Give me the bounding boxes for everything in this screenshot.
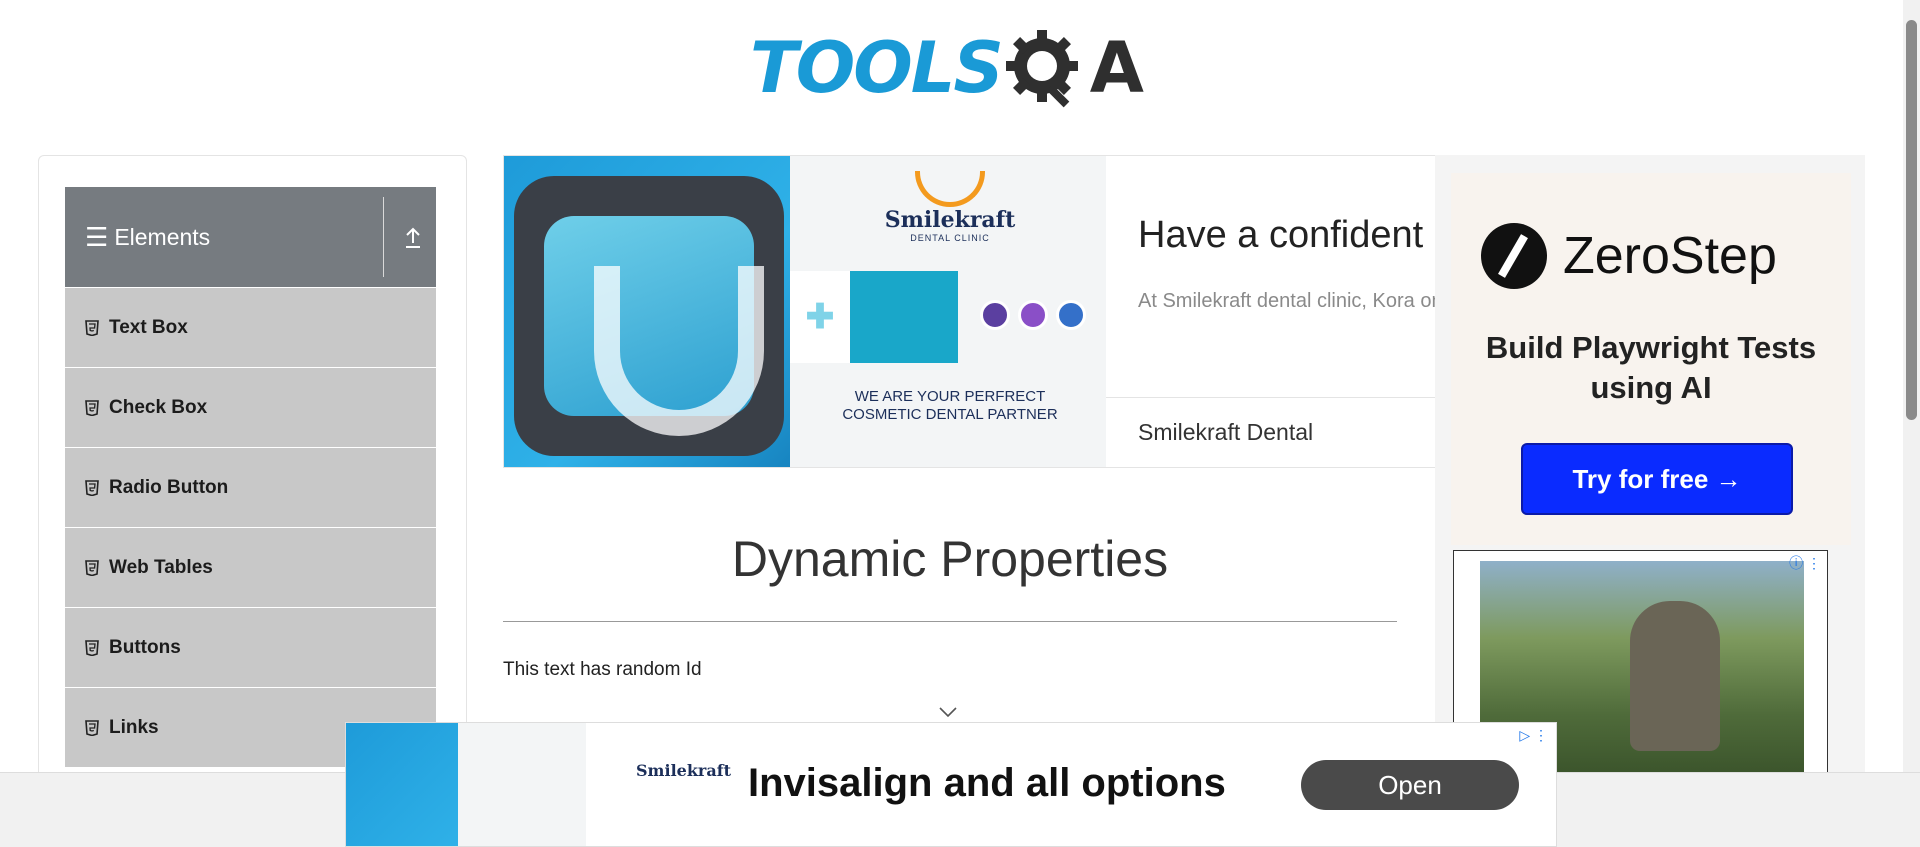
zerostep-logo: ZeroStep bbox=[1481, 223, 1777, 289]
smilekraft-promo-image: Smilekraft DENTAL CLINIC ✚ WE ARE YOUR P… bbox=[790, 156, 1106, 467]
html5-icon bbox=[85, 559, 99, 576]
html5-icon bbox=[85, 719, 99, 736]
menu-icon: ☰ bbox=[85, 222, 109, 252]
zerostep-brand: ZeroStep bbox=[1563, 227, 1777, 285]
title-divider bbox=[503, 621, 1397, 622]
scrollbar-thumb[interactable] bbox=[1906, 20, 1917, 420]
sidebar-item-label: Radio Button bbox=[109, 476, 229, 498]
smilekraft-small-logo: Smilekraft bbox=[636, 761, 731, 780]
html5-icon bbox=[85, 639, 99, 656]
gear-magnifier-icon bbox=[1005, 30, 1078, 108]
sidebar-item-check-box[interactable]: Check Box bbox=[65, 368, 436, 448]
tooth-icon bbox=[850, 271, 958, 363]
tray-shape bbox=[514, 176, 784, 456]
random-id-text: This text has random Id bbox=[503, 659, 702, 680]
aligner-shape bbox=[594, 266, 764, 436]
right-ad[interactable]: ZeroStep Build Playwright Tests using AI… bbox=[1435, 155, 1865, 775]
zerostep-tagline: Build Playwright Tests using AI bbox=[1485, 330, 1817, 405]
ad-brand-footer: Smilekraft Dental bbox=[1138, 419, 1314, 445]
smilekraft-logo-sub: DENTAL CLINIC bbox=[910, 233, 990, 243]
aligner-thumbnail bbox=[346, 723, 458, 846]
service-circle-icon bbox=[1018, 300, 1048, 330]
vertical-scrollbar[interactable] bbox=[1903, 0, 1920, 772]
aligner-tray-image bbox=[504, 156, 790, 467]
ad-choices-icon[interactable]: ▷ ⋮ bbox=[1519, 727, 1548, 744]
zerostep-mark-icon bbox=[1481, 223, 1547, 289]
html5-icon bbox=[85, 319, 99, 336]
sidebar-item-web-tables[interactable]: Web Tables bbox=[65, 528, 436, 608]
open-button[interactable]: Open bbox=[1301, 760, 1519, 810]
ad-copy: Have a confident At Smilekraft dental cl… bbox=[1106, 156, 1488, 467]
buddha-statue bbox=[1630, 601, 1720, 751]
html5-icon bbox=[85, 479, 99, 496]
ad-info-icon[interactable]: ⓘ ⋮ bbox=[1789, 553, 1821, 573]
zerostep-ad-card[interactable]: ZeroStep Build Playwright Tests using AI… bbox=[1451, 173, 1851, 545]
elements-group-header[interactable]: ☰ Elements bbox=[65, 187, 436, 287]
logo-qa-text: A bbox=[1089, 27, 1144, 109]
sidebar-item-text-box[interactable]: Text Box bbox=[65, 288, 436, 368]
smile-icon bbox=[915, 171, 985, 207]
bottom-ad-headline: Invisalign and all options bbox=[748, 761, 1226, 805]
header-separator bbox=[383, 197, 384, 277]
smilekraft-logo-name: Smilekraft bbox=[884, 207, 1016, 233]
collapse-upload-icon[interactable] bbox=[403, 223, 423, 251]
page-title: Dynamic Properties bbox=[731, 531, 1169, 587]
sidebar-item-buttons[interactable]: Buttons bbox=[65, 608, 436, 688]
html5-icon bbox=[85, 399, 99, 416]
service-circle-icon bbox=[1056, 300, 1086, 330]
smilekraft-logo: Smilekraft DENTAL CLINIC bbox=[880, 171, 1020, 243]
sidebar-menu-list: Text Box Check Box Radio Button Web Tabl… bbox=[65, 288, 436, 768]
sidebar-item-radio-button[interactable]: Radio Button bbox=[65, 448, 436, 528]
sidebar-item-label: Check Box bbox=[109, 396, 208, 418]
elements-group-title: Elements bbox=[114, 223, 211, 250]
service-circle-icon bbox=[980, 300, 1010, 330]
smilekraft-ad-banner[interactable]: Smilekraft DENTAL CLINIC ✚ WE ARE YOUR P… bbox=[503, 155, 1488, 468]
page: TOOLS A ☰ Elements Text Box Check Box Ra… bbox=[0, 0, 1920, 847]
toolsqa-logo[interactable]: TOOLS A bbox=[750, 18, 1160, 118]
sidebar-item-label: Buttons bbox=[109, 636, 181, 658]
logo-tools-text: TOOLS bbox=[750, 27, 1004, 109]
ad-divider bbox=[1106, 397, 1487, 398]
plus-icon: ✚ bbox=[790, 271, 850, 363]
try-for-free-button[interactable]: Try for free → bbox=[1521, 443, 1793, 515]
promo-thumbnail bbox=[458, 723, 586, 846]
chevron-down-icon[interactable] bbox=[938, 706, 958, 718]
ad-description: At Smilekraft dental clinic, Kora on qua… bbox=[1138, 290, 1488, 312]
bottom-ad-banner[interactable]: Smilekraft Invisalign and all options Op… bbox=[345, 722, 1557, 847]
sidebar-item-label: Links bbox=[109, 716, 159, 738]
tray-inner bbox=[544, 216, 764, 436]
sidebar-item-label: Web Tables bbox=[109, 556, 213, 578]
partner-text: WE ARE YOUR PERFRECT COSMETIC DENTAL PAR… bbox=[842, 388, 1058, 423]
ad-headline: Have a confident bbox=[1138, 214, 1424, 256]
sidebar-item-label: Text Box bbox=[109, 316, 188, 338]
